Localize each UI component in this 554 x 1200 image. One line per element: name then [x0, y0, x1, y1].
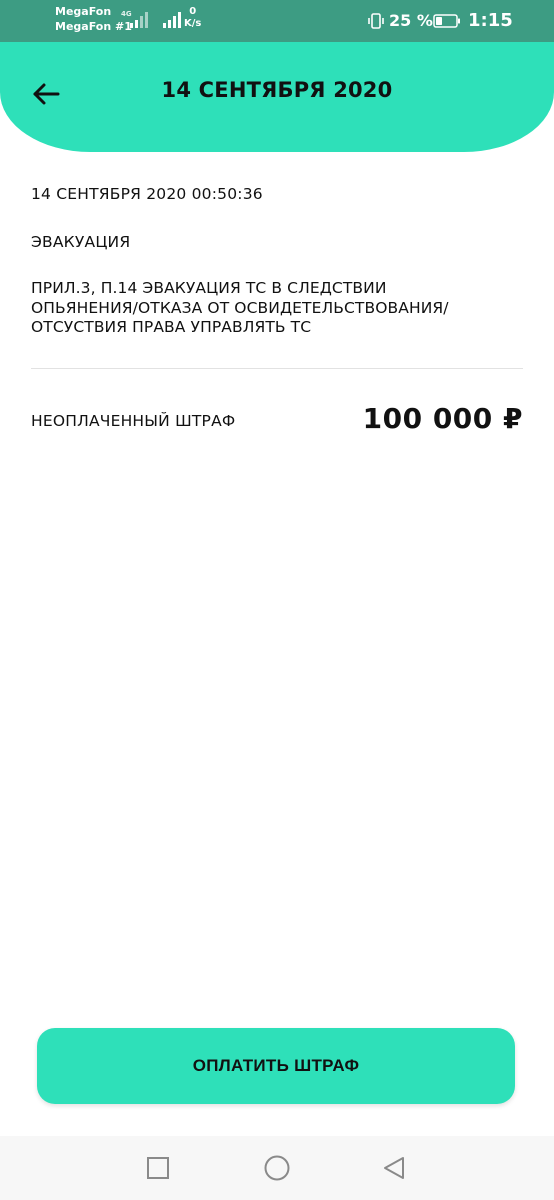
fine-datetime: 14 СЕНТЯБРЯ 2020 00:50:36 — [31, 185, 263, 203]
fine-status-label: НЕОПЛАЧЕННЫЙ ШТРАФ — [31, 412, 236, 430]
divider — [31, 368, 523, 369]
system-nav-bar — [0, 1136, 554, 1200]
header: 14 СЕНТЯБРЯ 2020 — [0, 42, 554, 152]
pay-fine-button[interactable]: ОПЛАТИТЬ ШТРАФ — [37, 1028, 515, 1104]
nav-back-button[interactable] — [378, 1152, 410, 1184]
battery-percent: 25 % — [389, 11, 433, 30]
fine-description: ПРИЛ.3, П.14 ЭВАКУАЦИЯ ТС В СЛЕДСТВИИ ОП… — [31, 279, 449, 336]
page-title: 14 СЕНТЯБРЯ 2020 — [161, 78, 393, 102]
triangle-back-icon — [384, 1157, 404, 1179]
fine-amount: 100 000 ₽ — [362, 402, 523, 435]
clock: 1:15 — [468, 10, 513, 31]
square-icon — [147, 1157, 169, 1179]
screen: MegaFon MegaFon #1 4G 0 K/s 25 % 1:15 14… — [0, 0, 554, 1200]
signal-1-icon — [130, 12, 148, 28]
carrier-names: MegaFon MegaFon #1 — [55, 4, 132, 34]
battery-icon — [433, 14, 460, 28]
fine-category: ЭВАКУАЦИЯ — [31, 233, 131, 251]
signal-2-icon — [163, 12, 181, 28]
network-speed: 0 K/s — [184, 6, 202, 29]
carrier-2: MegaFon #1 — [55, 20, 132, 33]
pay-fine-label: ОПЛАТИТЬ ШТРАФ — [192, 1056, 360, 1075]
home-button[interactable] — [261, 1152, 293, 1184]
vibrate-icon — [368, 13, 384, 29]
circle-icon — [264, 1155, 290, 1181]
status-bar: MegaFon MegaFon #1 4G 0 K/s 25 % 1:15 — [0, 0, 554, 42]
recents-button[interactable] — [142, 1152, 174, 1184]
